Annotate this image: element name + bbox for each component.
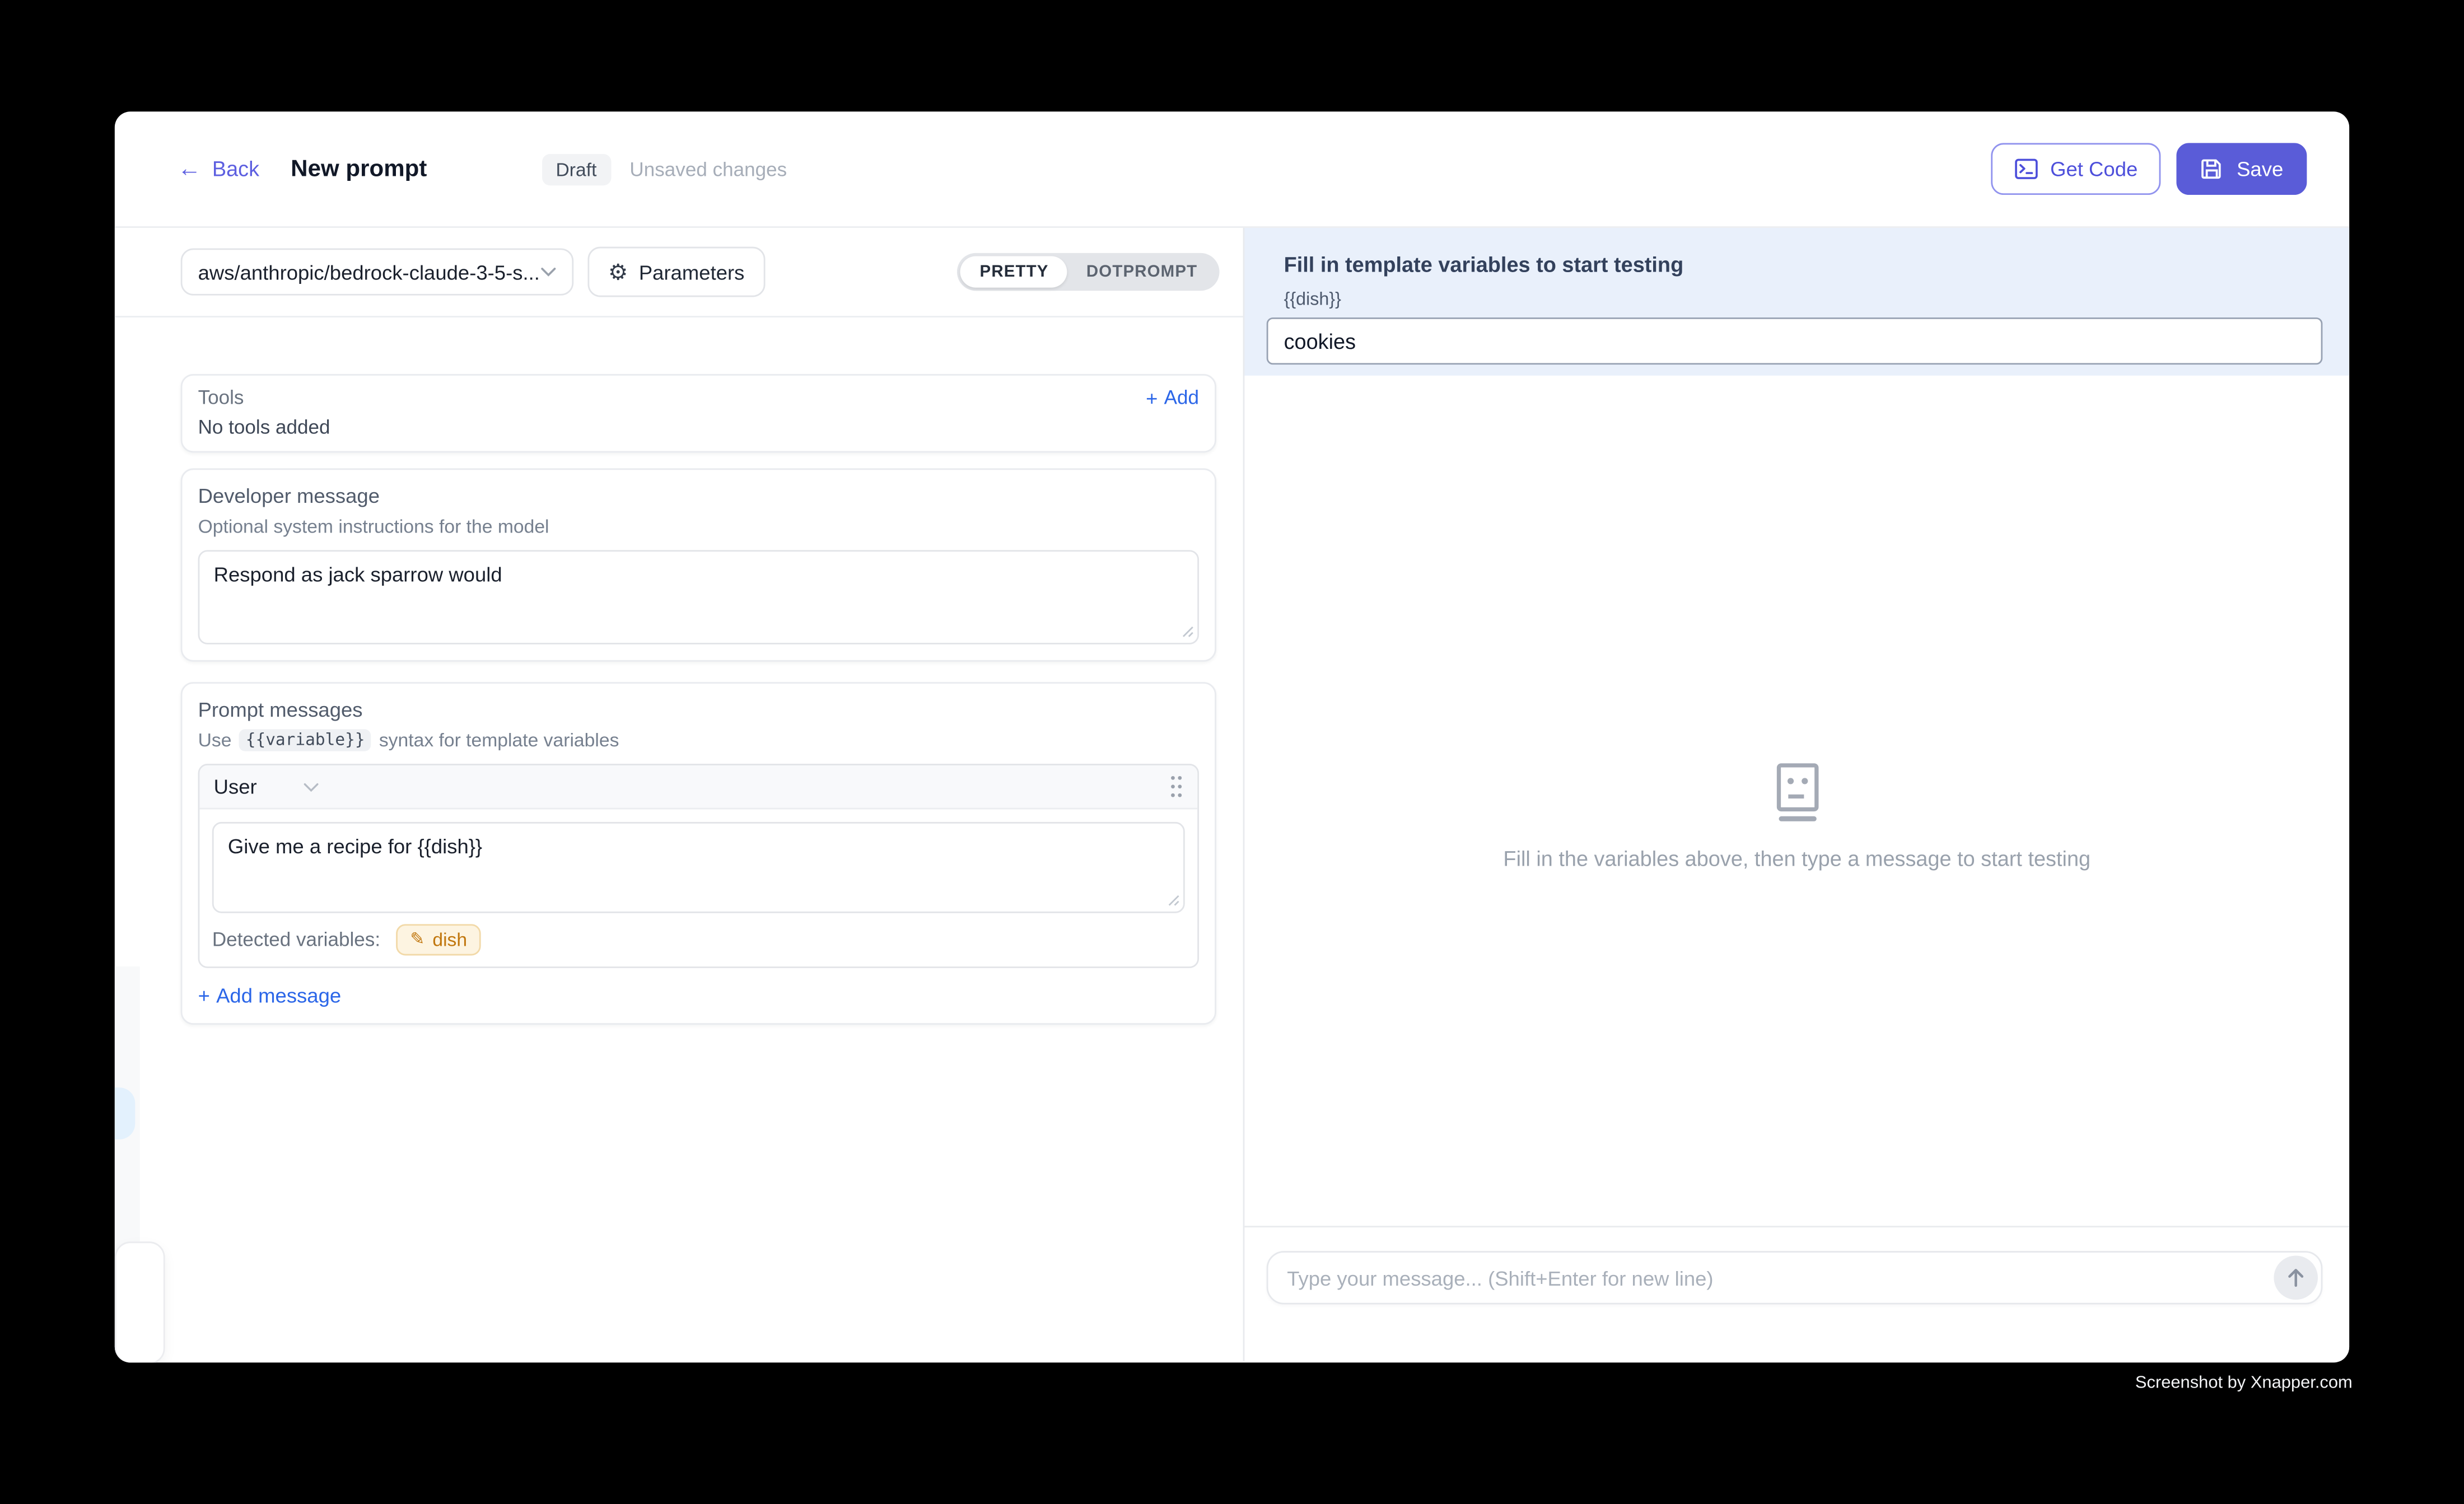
get-code-button[interactable]: Get Code: [1990, 143, 2161, 195]
screen: ← Back New prompt Draft Unsaved changes …: [0, 0, 2464, 1504]
arrow-left-icon: ←: [178, 157, 201, 181]
variable-chip-name: dish: [432, 929, 467, 951]
get-code-label: Get Code: [2050, 157, 2138, 181]
chat-input-bar: [1244, 1226, 2349, 1361]
pencil-icon: ✎: [410, 931, 424, 949]
chat-message-input[interactable]: [1267, 1251, 2323, 1304]
add-message-label: Add message: [216, 984, 341, 1007]
developer-message-title: Developer message: [198, 484, 1199, 507]
parameters-label: Parameters: [639, 260, 745, 284]
tools-empty-text: No tools added: [198, 417, 1199, 438]
hint-suffix: syntax for template variables: [379, 729, 619, 751]
unsaved-changes-text: Unsaved changes: [629, 158, 787, 180]
editor-toolbar: aws/anthropic/bedrock-claude-3-5-s... ⚙ …: [115, 228, 1243, 317]
plus-icon: +: [198, 985, 210, 1006]
chevron-down-icon: [540, 267, 556, 277]
template-variables-title: Fill in template variables to start test…: [1284, 253, 2350, 277]
sidebar-active-item[interactable]: [115, 1087, 135, 1139]
chevron-down-icon[interactable]: [304, 782, 320, 791]
save-label: Save: [2237, 157, 2283, 181]
app-window: ← Back New prompt Draft Unsaved changes …: [115, 111, 2349, 1362]
save-button[interactable]: Save: [2177, 143, 2307, 195]
sidebar-popover: [115, 1241, 165, 1362]
variable-syntax-hint: Use {{variable}} syntax for template var…: [198, 729, 1199, 751]
editor-content: Tools + Add No tools added Developer mes…: [115, 317, 1243, 1361]
developer-message-textarea[interactable]: Respond as jack sparrow would: [198, 550, 1199, 644]
detected-variables-row: Detected variables: ✎ dish: [212, 924, 1185, 955]
hint-prefix: Use: [198, 729, 232, 751]
toggle-pretty[interactable]: PRETTY: [961, 256, 1067, 287]
tools-card: Tools + Add No tools added: [181, 374, 1216, 452]
add-tool-label: Add: [1164, 386, 1199, 408]
model-select[interactable]: aws/anthropic/bedrock-claude-3-5-s...: [181, 248, 574, 295]
variable-chip[interactable]: ✎ dish: [396, 924, 481, 955]
watermark-text: Screenshot by Xnapper.com: [2135, 1374, 2353, 1393]
hint-code: {{variable}}: [239, 729, 371, 751]
drag-handle-icon[interactable]: [1169, 775, 1183, 798]
detected-variables-label: Detected variables:: [212, 929, 380, 951]
plus-icon: +: [1146, 387, 1158, 408]
main-split: aws/anthropic/bedrock-claude-3-5-s... ⚙ …: [115, 228, 2349, 1361]
message-header: User: [199, 765, 1197, 810]
developer-message-card: Developer message Optional system instru…: [181, 468, 1216, 661]
role-select[interactable]: User: [214, 775, 257, 798]
prompt-messages-title: Prompt messages: [198, 698, 1199, 721]
toggle-dotprompt[interactable]: DOTPROMPT: [1067, 256, 1216, 287]
developer-message-subtitle: Optional system instructions for the mod…: [198, 516, 1199, 538]
add-message-button[interactable]: + Add message: [198, 984, 1199, 1007]
back-button[interactable]: ← Back: [178, 157, 259, 181]
variable-name-label: {{dish}}: [1284, 291, 2350, 310]
tools-title: Tools: [198, 386, 244, 408]
send-button[interactable]: [2274, 1256, 2318, 1300]
arrow-up-icon: [2285, 1267, 2307, 1288]
test-panel: Fill in template variables to start test…: [1244, 228, 2349, 1361]
variable-value-input[interactable]: [1267, 317, 2323, 365]
page-title: New prompt: [291, 156, 427, 183]
status-badge: Draft: [542, 153, 611, 185]
header: ← Back New prompt Draft Unsaved changes …: [115, 111, 2349, 228]
save-icon: [2201, 157, 2224, 181]
chat-area: Fill in the variables above, then type a…: [1244, 376, 2349, 1226]
prompt-messages-card: Prompt messages Use {{variable}} syntax …: [181, 682, 1216, 1025]
gear-icon: ⚙: [608, 261, 628, 283]
header-actions: Get Code Save: [1990, 143, 2307, 195]
message-block: User: [198, 764, 1199, 968]
empty-state: Fill in the variables above, then type a…: [1244, 762, 2349, 871]
model-select-value: aws/anthropic/bedrock-claude-3-5-s...: [198, 260, 540, 284]
robot-face-icon: [1774, 762, 1821, 822]
prompt-editor-panel: aws/anthropic/bedrock-claude-3-5-s... ⚙ …: [115, 228, 1245, 1361]
terminal-icon: [2014, 157, 2038, 181]
template-variables-section: Fill in template variables to start test…: [1244, 228, 2349, 376]
back-label: Back: [212, 157, 259, 181]
message-body: Give me a recipe for {{dish}} Detected v…: [199, 809, 1197, 966]
add-tool-button[interactable]: + Add: [1146, 386, 1199, 408]
view-toggle: PRETTY DOTPROMPT: [958, 253, 1219, 291]
message-content-textarea[interactable]: Give me a recipe for {{dish}}: [212, 822, 1185, 913]
parameters-button[interactable]: ⚙ Parameters: [587, 247, 764, 297]
empty-state-text: Fill in the variables above, then type a…: [1503, 847, 2090, 871]
